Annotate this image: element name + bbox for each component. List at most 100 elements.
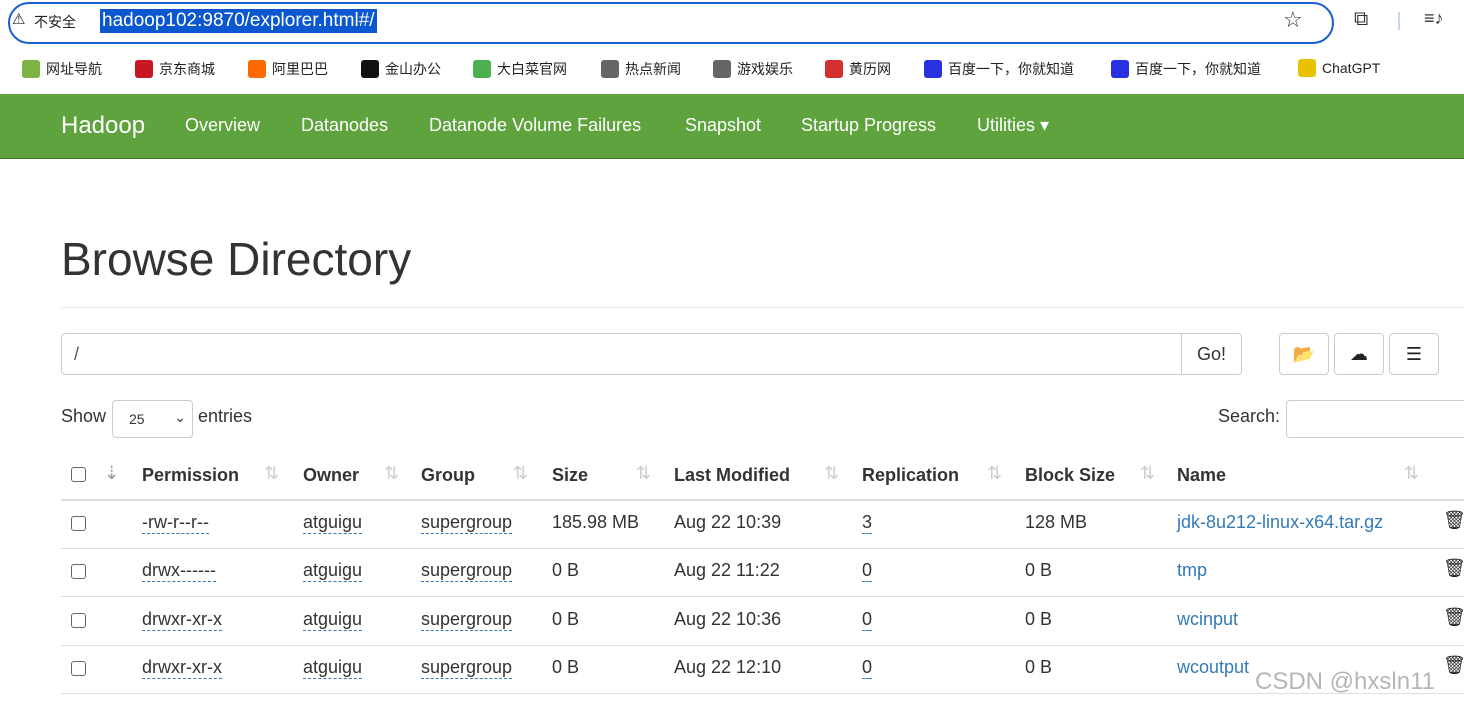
create-folder-button[interactable]: 📂 — [1279, 333, 1329, 375]
bookmark-item[interactable]: 热点新闻 — [601, 59, 681, 79]
media-control-icon[interactable]: ≡♪ — [1424, 8, 1444, 29]
sort-icon[interactable]: ⇅ — [987, 463, 1002, 484]
nav-startup-progress[interactable]: Startup Progress — [801, 115, 936, 136]
cell-permission[interactable]: drwxr-xr-x — [142, 657, 222, 679]
bookmark-icon — [22, 60, 40, 78]
row-divider — [61, 548, 1464, 549]
search-label: Search: — [1218, 406, 1281, 426]
cell-name[interactable]: wcoutput — [1177, 657, 1249, 678]
upload-button[interactable]: ☁ — [1334, 333, 1384, 375]
cell-replication[interactable]: 3 — [862, 512, 873, 534]
bookmark-star-icon[interactable]: ☆ — [1283, 7, 1303, 33]
bookmark-item[interactable]: 网址导航 — [22, 59, 102, 79]
bookmark-item[interactable]: 百度一下，你就知道 — [924, 59, 1074, 79]
trash-icon[interactable]: 🗑 — [1443, 655, 1464, 676]
cell-permission[interactable]: -rw-r--r-- — [142, 512, 209, 534]
sort-icon[interactable]: ⇅ — [384, 463, 399, 484]
row-checkbox[interactable] — [71, 516, 86, 531]
cell-size: 0 B — [552, 560, 580, 581]
url-text[interactable]: hadoop102:9870/explorer.html#/ — [100, 9, 377, 33]
sort-icon[interactable]: ⇣ — [104, 463, 119, 484]
extensions-icon[interactable]: ⧉ — [1354, 8, 1368, 31]
cell-owner[interactable]: atguigu — [303, 560, 363, 583]
cell-owner[interactable]: atguigu — [303, 657, 363, 679]
cut-paste-button[interactable]: ☰ — [1389, 333, 1439, 375]
bookmark-label: 京东商城 — [159, 61, 215, 77]
column-header[interactable]: Permission — [142, 465, 239, 486]
sort-icon[interactable]: ⇅ — [824, 463, 839, 484]
folder-open-icon: 📂 — [1292, 344, 1316, 364]
cell-size: 0 B — [552, 608, 580, 629]
bookmark-item[interactable]: ChatGPT — [1298, 59, 1380, 77]
security-warning[interactable]: 不安全 — [34, 12, 76, 32]
bookmark-item[interactable]: 黄历网 — [825, 59, 891, 79]
cell-group[interactable]: supergroup — [421, 560, 513, 583]
chevron-down-icon: ⌄ — [174, 409, 186, 425]
sort-icon[interactable]: ⇅ — [264, 463, 279, 484]
column-header[interactable]: Replication — [862, 465, 959, 486]
column-header[interactable]: Block Size — [1025, 465, 1115, 486]
cell-permission[interactable]: drwxr-xr-x — [142, 609, 222, 631]
trash-icon[interactable]: 🗑 — [1443, 558, 1464, 579]
row-divider — [61, 644, 1464, 646]
header-divider — [61, 499, 1464, 501]
bookmark-icon — [248, 60, 266, 78]
cell-replication[interactable]: 0 — [862, 609, 873, 631]
bookmark-label: 金山办公 — [385, 61, 441, 77]
warning-icon[interactable]: ⚠ — [12, 10, 25, 28]
sort-icon[interactable]: ⇅ — [636, 463, 651, 484]
bookmark-icon — [924, 60, 942, 78]
column-header[interactable]: Name — [1177, 465, 1226, 486]
show-label: Show — [61, 406, 107, 426]
bookmark-item[interactable]: 百度一下，你就知道 — [1111, 59, 1261, 79]
divider — [1398, 12, 1400, 30]
search-input[interactable] — [1286, 400, 1464, 438]
column-header[interactable]: Group — [421, 465, 475, 486]
bookmark-item[interactable]: 金山办公 — [361, 59, 441, 79]
bookmark-label: 游戏娱乐 — [737, 61, 793, 77]
nav-datanodes[interactable]: Datanodes — [301, 115, 388, 136]
cell-permission[interactable]: drwx------ — [142, 560, 216, 583]
row-divider — [61, 692, 1464, 694]
sort-icon[interactable]: ⇅ — [1140, 463, 1155, 484]
cell-name[interactable]: jdk-8u212-linux-x64.tar.gz — [1177, 512, 1383, 533]
entries-value: 25 — [129, 411, 145, 427]
go-button[interactable]: Go! — [1181, 333, 1242, 375]
cell-group[interactable]: supergroup — [421, 609, 513, 631]
watermark: CSDN @hxsln11 — [1255, 668, 1435, 695]
column-header[interactable]: Last Modified — [674, 465, 790, 486]
cell-name[interactable]: wcinput — [1177, 609, 1238, 630]
navbar-brand[interactable]: Hadoop — [61, 112, 145, 140]
nav-snapshot[interactable]: Snapshot — [685, 115, 761, 136]
column-header[interactable]: Owner — [303, 465, 359, 486]
nav-utilities[interactable]: Utilities ▾ — [977, 115, 1049, 136]
cell-owner[interactable]: atguigu — [303, 609, 363, 631]
bookmark-item[interactable]: 大白菜官网 — [473, 59, 567, 79]
entries-select[interactable]: 25 ⌄ — [112, 400, 193, 438]
cell-group[interactable]: supergroup — [421, 657, 513, 679]
bookmark-icon — [473, 60, 491, 78]
select-all-checkbox[interactable] — [71, 467, 86, 482]
trash-icon[interactable]: 🗑 — [1443, 607, 1464, 628]
column-header[interactable]: Size — [552, 465, 588, 486]
row-checkbox[interactable] — [71, 564, 86, 580]
path-input[interactable]: / — [61, 333, 1182, 375]
cell-owner[interactable]: atguigu — [303, 512, 363, 534]
sort-icon[interactable]: ⇅ — [1404, 463, 1419, 484]
bookmark-item[interactable]: 阿里巴巴 — [248, 59, 328, 79]
cell-replication[interactable]: 0 — [862, 560, 873, 583]
bookmark-label: 网址导航 — [46, 61, 102, 77]
bookmark-item[interactable]: 游戏娱乐 — [713, 59, 793, 79]
nav-overview[interactable]: Overview — [185, 115, 260, 136]
cell-group[interactable]: supergroup — [421, 512, 513, 534]
trash-icon[interactable]: 🗑 — [1443, 510, 1464, 531]
nav-volume-failures[interactable]: Datanode Volume Failures — [429, 115, 641, 136]
cell-replication[interactable]: 0 — [862, 657, 873, 679]
cell-name[interactable]: tmp — [1177, 560, 1207, 581]
bookmark-item[interactable]: 京东商城 — [135, 59, 215, 79]
row-checkbox[interactable] — [71, 660, 86, 676]
cell-modified: Aug 22 11:22 — [674, 560, 780, 581]
sort-icon[interactable]: ⇅ — [513, 463, 528, 484]
row-checkbox[interactable] — [71, 612, 86, 628]
entries-label: entries — [198, 406, 253, 426]
